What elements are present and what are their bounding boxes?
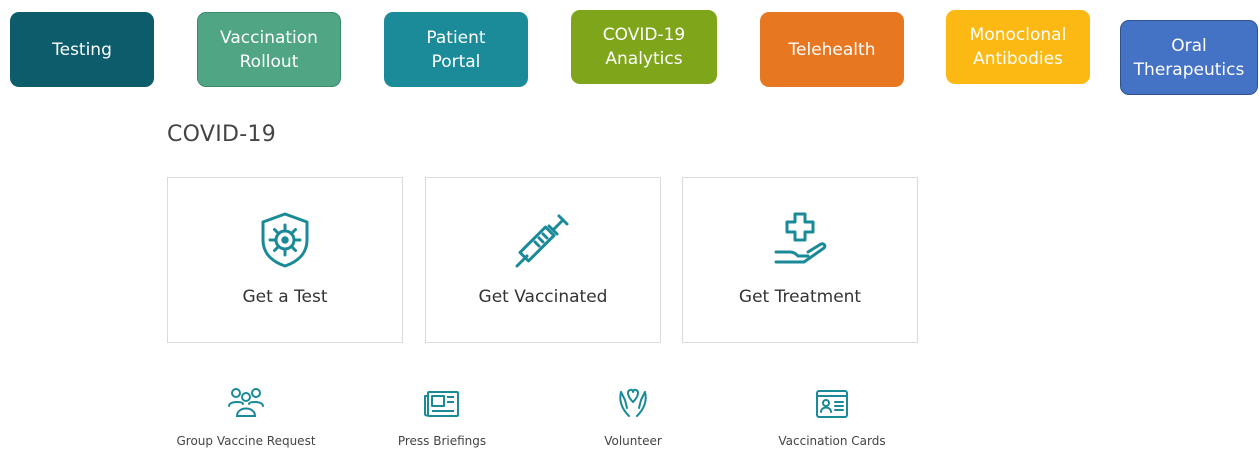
heart-hands-icon [553,386,713,420]
vaccination-cards-link[interactable]: Vaccination Cards [752,386,912,448]
tab-testing[interactable]: Testing [10,12,154,87]
tab-oral-therapeutics[interactable]: Oral Therapeutics [1120,20,1258,95]
newspaper-icon [362,386,522,420]
tab-vaccination-rollout[interactable]: Vaccination Rollout [197,12,341,87]
vaccination-cards-label: Vaccination Cards [778,434,886,448]
tab-covid19-analytics[interactable]: COVID-19 Analytics [571,10,717,84]
tab-patient-portal[interactable]: Patient Portal [384,12,528,87]
tab-monoclonal-antibodies[interactable]: Monoclonal Antibodies [946,10,1090,84]
press-briefings-link[interactable]: Press Briefings [362,386,522,448]
tab-telehealth[interactable]: Telehealth [760,12,904,87]
syringe-icon [426,208,660,272]
page-title: COVID-19 [167,122,277,147]
get-treatment-card[interactable]: Get Treatment [682,177,918,343]
get-vaccinated-card[interactable]: Get Vaccinated [425,177,661,343]
get-a-test-label: Get a Test [242,287,328,307]
group-icon [166,386,326,420]
press-briefings-label: Press Briefings [397,434,487,448]
group-vaccine-request-label: Group Vaccine Request [176,434,316,448]
volunteer-link[interactable]: Volunteer [553,386,713,448]
get-vaccinated-label: Get Vaccinated [478,287,608,307]
id-card-icon [752,386,912,420]
hand-cross-icon [683,208,917,272]
virus-shield-icon [168,208,402,272]
group-vaccine-request-link[interactable]: Group Vaccine Request [166,386,326,448]
volunteer-label: Volunteer [604,434,662,448]
get-a-test-card[interactable]: Get a Test [167,177,403,343]
get-treatment-label: Get Treatment [738,287,862,307]
